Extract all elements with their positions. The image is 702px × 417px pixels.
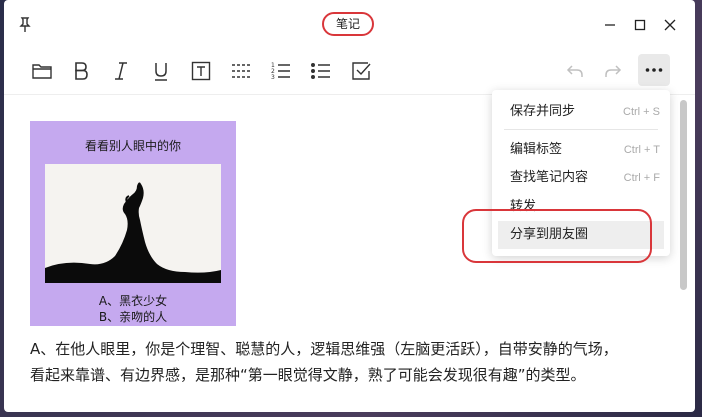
option-b-label: B、亲吻的人 [98, 310, 168, 324]
title-bar: 笔记 [4, 0, 695, 48]
bullet-list-icon[interactable] [308, 58, 334, 84]
menu-item-label: 查找笔记内容 [510, 170, 589, 185]
menu-item-find[interactable]: 查找笔记内容 Ctrl + F [498, 164, 664, 192]
text-box-icon[interactable] [188, 58, 214, 84]
menu-item-shortcut: Ctrl + S [623, 106, 660, 118]
menu-item-label: 保存并同步 [510, 104, 576, 119]
maximize-icon[interactable] [630, 15, 650, 35]
redo-icon[interactable] [600, 58, 626, 84]
numbered-list-icon[interactable]: 1 2 3 [268, 58, 294, 84]
underline-icon[interactable] [148, 58, 174, 84]
silhouette-illustration [45, 164, 221, 283]
checkbox-icon[interactable] [348, 58, 374, 84]
note-window: 笔记 1 2 3 看看别人眼中的你 A、黑衣少女 B、亲吻的人 A、在他人眼里，… [4, 0, 695, 412]
more-button[interactable] [638, 54, 670, 86]
menu-item-label: 编辑标签 [510, 142, 563, 157]
minimize-icon[interactable] [600, 15, 620, 35]
card-title: 看看别人眼中的你 [84, 139, 181, 153]
undo-icon[interactable] [562, 58, 588, 84]
paragraph-line-1: A、在他人眼里，你是个理智、聪慧的人，逻辑思维强（左脑更活跃），自带安静的气场， [30, 340, 618, 358]
menu-item-edit-tags[interactable]: 编辑标签 Ctrl + T [498, 136, 664, 164]
more-icon [645, 68, 663, 72]
menu-item-save-sync[interactable]: 保存并同步 Ctrl + S [498, 98, 664, 126]
option-a-label: A、黑衣少女 [98, 294, 168, 308]
menu-item-shortcut: Ctrl + F [623, 172, 660, 184]
formatting-toolbar: 1 2 3 [4, 48, 695, 95]
dashed-line-icon[interactable] [228, 58, 254, 84]
highlight-annotation [462, 209, 652, 263]
menu-item-shortcut: Ctrl + T [623, 144, 660, 156]
bold-icon[interactable] [68, 58, 94, 84]
italic-icon[interactable] [108, 58, 134, 84]
note-paragraph: A、在他人眼里，你是个理智、聪慧的人，逻辑思维强（左脑更活跃），自带安静的气场，… [30, 336, 670, 388]
quiz-image: 看看别人眼中的你 A、黑衣少女 B、亲吻的人 [30, 121, 236, 326]
window-title: 笔记 [322, 12, 374, 36]
svg-text:3: 3 [271, 74, 275, 81]
paragraph-line-2: 看起来靠谱、有边界感，是那种“第一眼觉得文静，熟了可能会发现很有趣”的类型。 [30, 366, 586, 384]
pin-icon[interactable] [16, 16, 34, 34]
folder-icon[interactable] [29, 58, 55, 84]
vertical-scrollbar[interactable] [680, 100, 687, 290]
menu-divider [504, 129, 658, 130]
close-icon[interactable] [660, 15, 680, 35]
